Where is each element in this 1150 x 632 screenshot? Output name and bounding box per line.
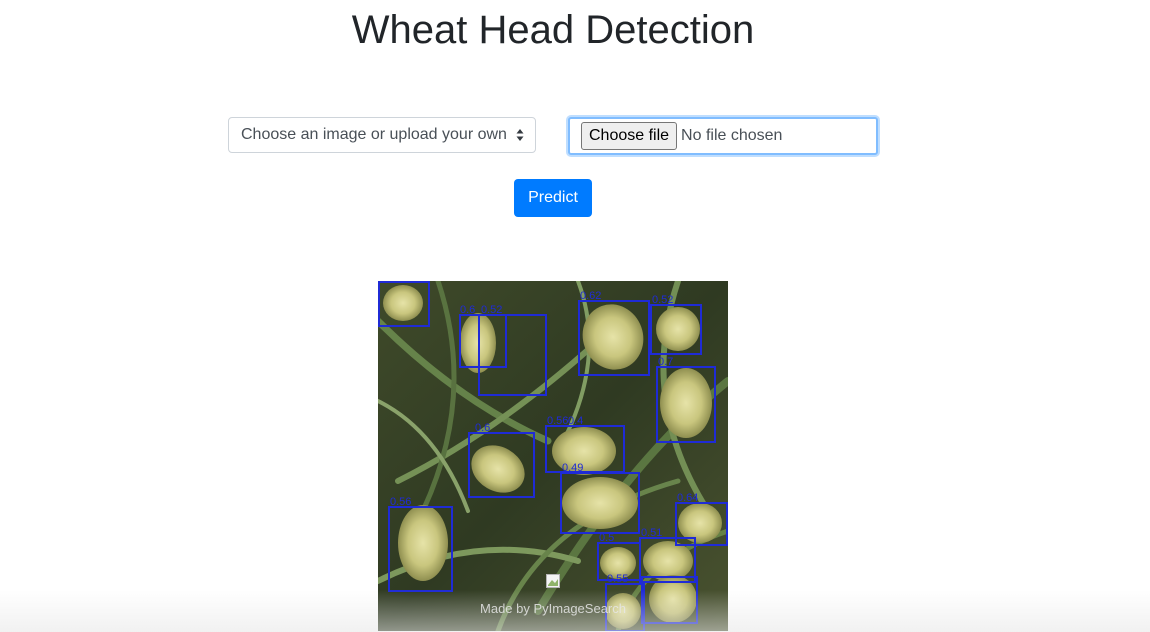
detection-score: 0.56 <box>390 496 411 508</box>
choose-file-button[interactable]: Choose file <box>581 122 678 150</box>
detection-score: 0.52 <box>481 304 502 316</box>
page: Wheat Head Detection Choose an image or … <box>0 0 1150 632</box>
detection-score: 0.6 <box>475 422 490 434</box>
detection-score: 0.52 <box>652 294 673 306</box>
detection-score: 0.56 <box>547 415 568 427</box>
detection-score: 0.6 <box>460 304 475 316</box>
detection-score: 0.49 <box>562 462 583 474</box>
detection-score: 0.64 <box>677 492 698 504</box>
select-caret-icon <box>516 129 524 141</box>
image-select[interactable]: Choose an image or upload your own <box>228 117 536 153</box>
file-input[interactable]: Choose file No file chosen <box>568 117 878 155</box>
detection-score: 0.62 <box>580 290 601 302</box>
page-title: Wheat Head Detection <box>351 8 755 52</box>
broken-image-icon <box>546 574 560 588</box>
image-select-value: Choose an image or upload your own <box>241 126 507 143</box>
footer-credit: Made by PyImageSearch <box>480 601 626 616</box>
detection-score: 0.55 <box>607 573 628 585</box>
predict-button[interactable]: Predict <box>514 179 592 217</box>
detection-score: 0.4 <box>568 415 583 427</box>
detection-score: 0.5 <box>599 532 614 544</box>
detection-score: 0.7 <box>658 356 673 368</box>
file-status: No file chosen <box>681 127 783 144</box>
detection-score: 0.51 <box>641 527 662 539</box>
